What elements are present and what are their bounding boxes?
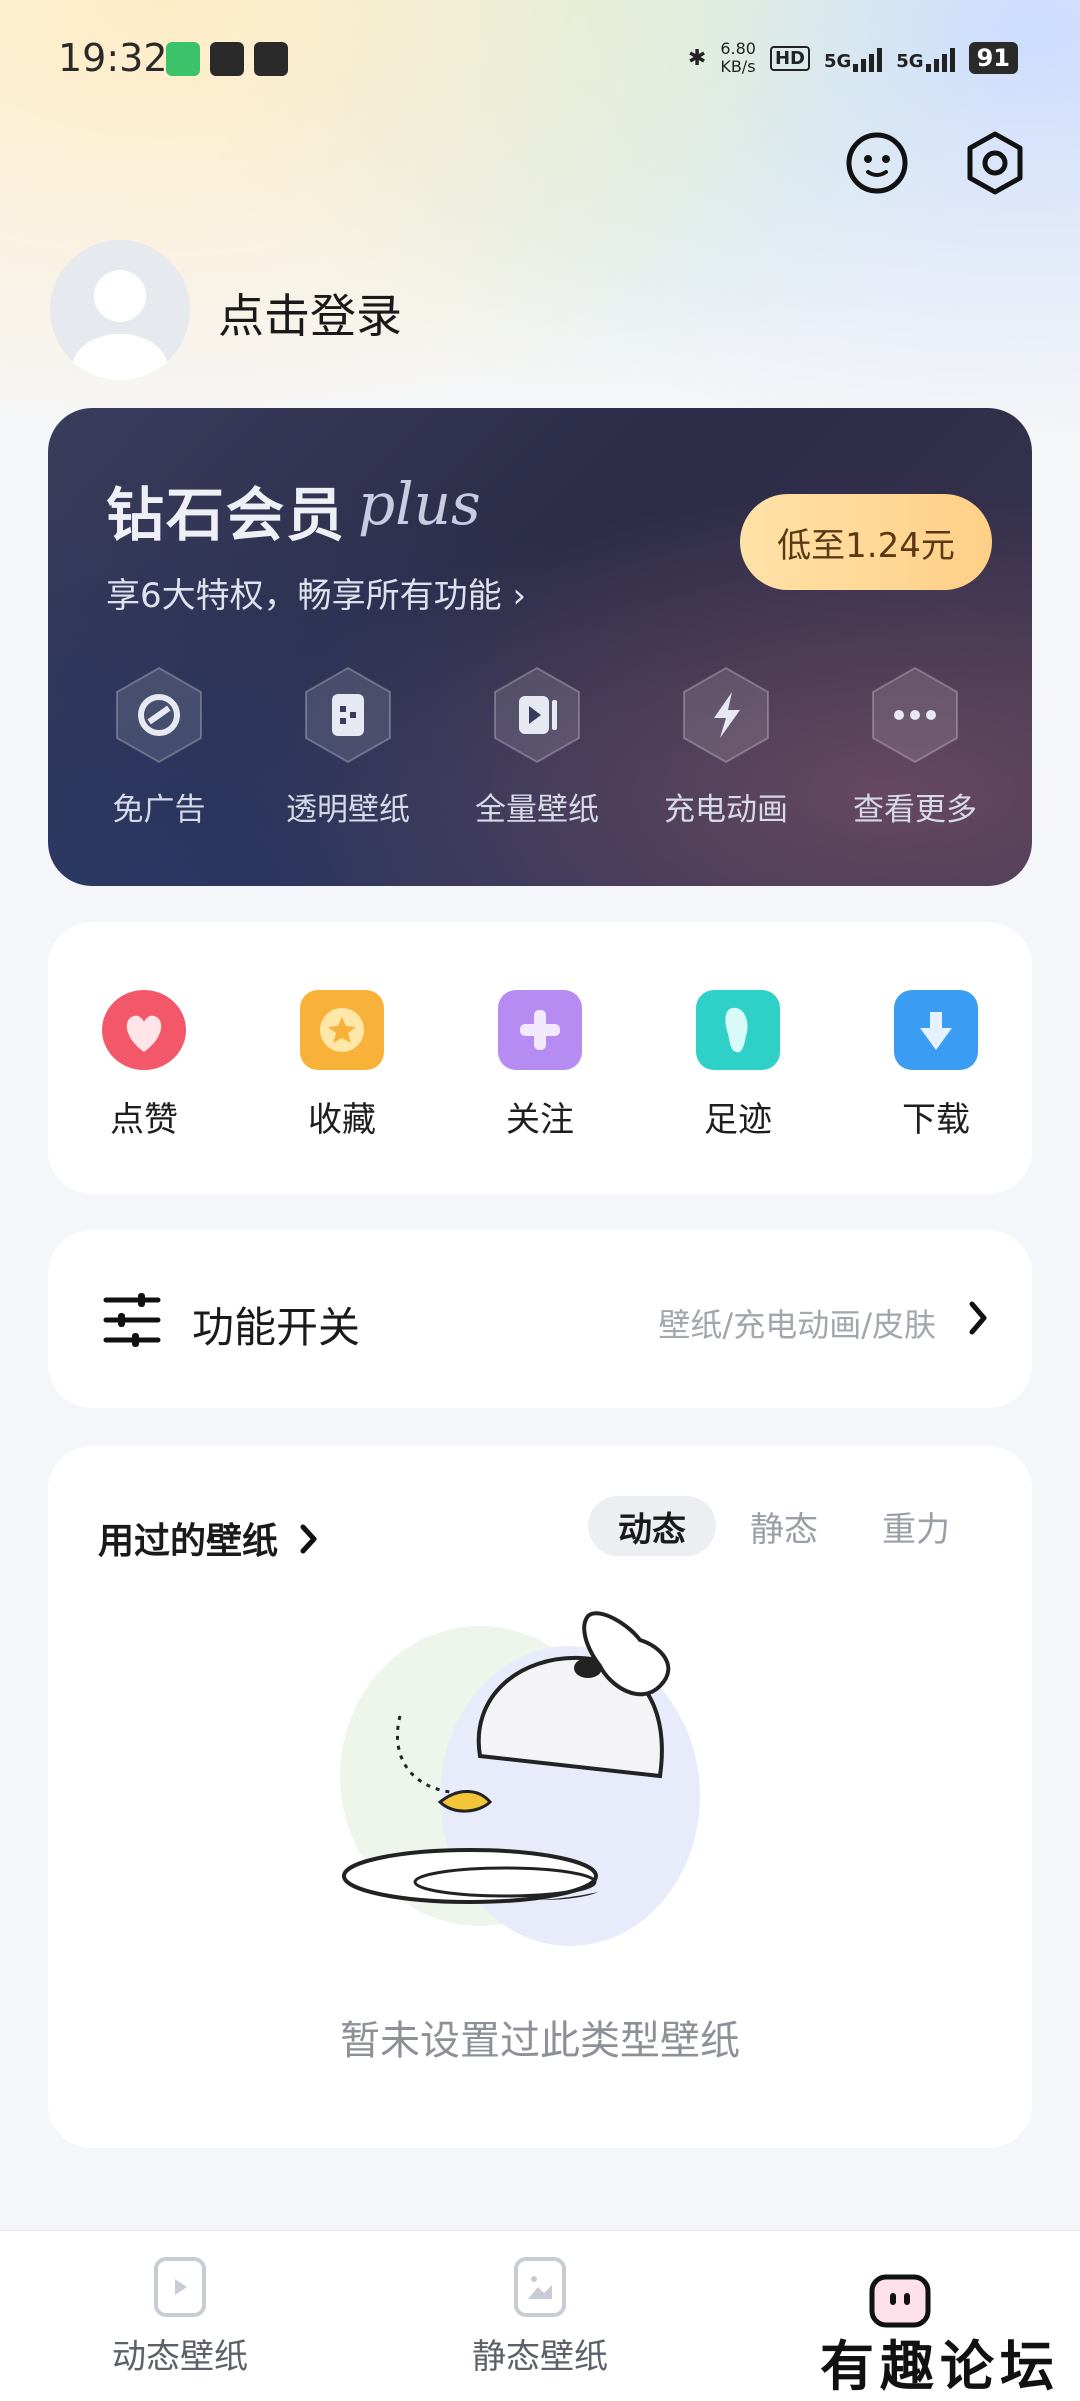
privilege-view-more[interactable]: 查看更多 [835, 666, 995, 829]
vip-plus-label: plus [358, 470, 481, 538]
used-wallpapers-card: 用过的壁纸 动态 静态 重力 暂未设置过此类型壁纸 [48, 1446, 1032, 2148]
quick-like[interactable]: 点赞 [84, 990, 204, 1141]
quick-follow[interactable]: 关注 [480, 990, 600, 1141]
quick-label: 足迹 [704, 1100, 772, 1140]
function-switch-title: 功能开关 [192, 1303, 361, 1352]
no-ads-icon [113, 666, 205, 764]
privilege-label: 充电动画 [664, 792, 788, 828]
quick-download[interactable]: 下载 [876, 990, 996, 1141]
pay-notification-icon [254, 42, 288, 76]
privilege-no-ads[interactable]: 免广告 [79, 666, 239, 829]
mail-notification-icon [210, 42, 244, 76]
function-switch-subtitle: 壁纸/充电动画/皮肤 [658, 1306, 936, 1344]
download-icon [894, 990, 978, 1070]
nav-static-wallpaper[interactable]: 静态壁纸 [440, 2257, 640, 2378]
sim2-signal-icon: 5G [896, 44, 955, 72]
privilege-transparent-wallpaper[interactable]: 透明壁纸 [268, 666, 428, 829]
quick-favorite[interactable]: 收藏 [282, 990, 402, 1141]
nav-label: 动态壁纸 [112, 2337, 248, 2377]
quick-label: 点赞 [110, 1100, 178, 1140]
vip-price-button[interactable]: 低至1.24元 [740, 494, 992, 590]
tab-static[interactable]: 静态 [720, 1496, 848, 1556]
chevron-right-icon [299, 1523, 319, 1564]
skin-face-icon[interactable] [842, 128, 912, 198]
login-link[interactable]: 点击登录 [218, 280, 402, 346]
lightning-icon [680, 666, 772, 764]
quick-label: 收藏 [308, 1100, 376, 1140]
tab-dynamic[interactable]: 动态 [588, 1496, 716, 1556]
transparent-wallpaper-icon [302, 666, 394, 764]
net-speed: 6.80 KB/s [720, 40, 756, 76]
more-dots-icon [869, 666, 961, 764]
nav-dynamic-wallpaper[interactable]: 动态壁纸 [80, 2257, 280, 2378]
privilege-charge-animation[interactable]: 充电动画 [646, 666, 806, 829]
nav-label: 静态壁纸 [472, 2337, 608, 2377]
sim1-label: 5G [823, 51, 852, 72]
vip-card[interactable]: 钻石会员 plus 享6大特权，畅享所有功能 › 低至1.24元 免广告 透明壁… [48, 408, 1032, 886]
privilege-full-wallpaper[interactable]: 全量壁纸 [457, 666, 617, 829]
footprint-icon [696, 990, 780, 1070]
settings-icon[interactable] [960, 128, 1030, 198]
image-wallpaper-nav-icon [514, 2257, 566, 2317]
vip-title: 钻石会员 [106, 481, 347, 549]
empty-state-text: 暂未设置过此类型壁纸 [340, 2018, 740, 2064]
quick-history[interactable]: 足迹 [678, 990, 798, 1141]
vip-subtitle[interactable]: 享6大特权，畅享所有功能 › [106, 568, 526, 617]
quick-actions-card: 点赞 收藏 关注 足迹 下载 [48, 922, 1032, 1194]
watermark: 有趣论坛 [820, 2334, 1060, 2398]
bluetooth-icon: ✱ [687, 45, 707, 71]
heart-icon [102, 990, 186, 1070]
privilege-label: 查看更多 [853, 792, 977, 828]
privilege-label: 全量壁纸 [475, 792, 599, 828]
sim1-signal-icon: 5G [823, 44, 883, 72]
chevron-right-icon [966, 1300, 990, 1340]
net-speed-value: 6.80 [720, 39, 756, 58]
privilege-label: 免广告 [112, 792, 206, 828]
used-wallpapers-title[interactable]: 用过的壁纸 [98, 1512, 319, 1564]
follow-plus-icon [498, 990, 582, 1070]
net-speed-unit: KB/s [720, 57, 756, 76]
avatar[interactable] [50, 240, 190, 380]
hd-badge: HD [769, 45, 810, 71]
tab-gravity[interactable]: 重力 [852, 1496, 980, 1556]
video-wallpaper-icon [491, 666, 583, 764]
quick-label: 下载 [902, 1100, 970, 1140]
used-wallpapers-title-text: 用过的壁纸 [98, 1521, 279, 1562]
app-notification-icon [166, 42, 200, 76]
sim2-label: 5G [896, 51, 924, 72]
quick-label: 关注 [506, 1100, 574, 1140]
empty-state-illustration [330, 1596, 750, 1960]
battery-indicator: 91 [968, 42, 1018, 74]
video-wallpaper-nav-icon [154, 2257, 206, 2317]
star-icon [300, 990, 384, 1070]
status-indicators: ✱ 6.80 KB/s HD 5G 5G 91 [688, 40, 1018, 76]
privilege-label: 透明壁纸 [286, 792, 410, 828]
function-switch-row[interactable]: 功能开关 壁纸/充电动画/皮肤 [48, 1230, 1032, 1408]
status-time: 19:32 [58, 36, 168, 80]
sliders-icon [102, 1290, 162, 1354]
